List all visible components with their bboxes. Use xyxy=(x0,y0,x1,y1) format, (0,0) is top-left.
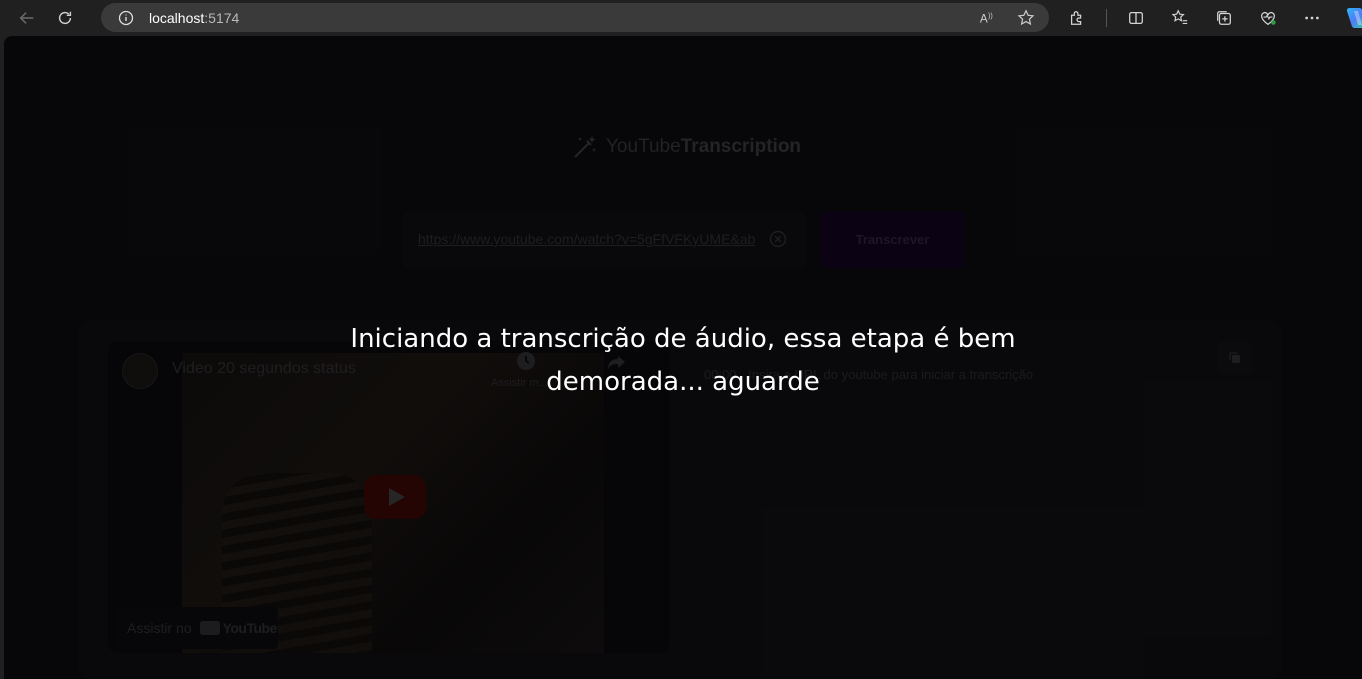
more-menu-button[interactable] xyxy=(1297,3,1327,32)
favorites-button[interactable] xyxy=(1165,3,1195,32)
split-screen-button[interactable] xyxy=(1121,3,1151,32)
puzzle-icon xyxy=(1070,10,1082,25)
url-text[interactable]: localhost:5174 xyxy=(149,10,239,26)
arrow-left-icon xyxy=(19,12,34,24)
favorite-star-icon[interactable] xyxy=(1017,8,1035,27)
browser-essentials-button[interactable] xyxy=(1253,3,1283,32)
split-screen-icon xyxy=(1129,11,1143,24)
svg-text:)): )) xyxy=(988,11,993,20)
ellipsis-icon xyxy=(1305,16,1319,19)
extensions-button[interactable] xyxy=(1062,3,1092,32)
read-aloud-icon[interactable]: A)) xyxy=(979,9,997,27)
svg-text:A: A xyxy=(980,12,988,25)
collections-button[interactable] xyxy=(1209,3,1239,32)
page-viewport: YouTubeTranscription https://www.youtube… xyxy=(4,36,1362,679)
favorites-list-icon xyxy=(1171,8,1188,24)
address-bar[interactable]: localhost:5174 A)) xyxy=(101,3,1049,32)
refresh-icon xyxy=(58,11,72,25)
loading-overlay: Iniciando a transcrição de áudio, essa e… xyxy=(4,36,1362,679)
reload-button[interactable] xyxy=(48,3,82,33)
toolbar-divider xyxy=(1106,8,1107,27)
site-info-icon[interactable] xyxy=(118,10,134,26)
loading-message: Iniciando a transcrição de áudio, essa e… xyxy=(350,324,1016,397)
collections-icon xyxy=(1217,10,1231,25)
url-host: localhost xyxy=(149,9,205,26)
browser-toolbar: localhost:5174 A)) xyxy=(0,0,1362,36)
copilot-icon[interactable] xyxy=(1343,7,1362,29)
back-button[interactable] xyxy=(10,3,44,33)
url-port: :5174 xyxy=(204,9,240,26)
heart-pulse-icon xyxy=(1261,11,1276,25)
